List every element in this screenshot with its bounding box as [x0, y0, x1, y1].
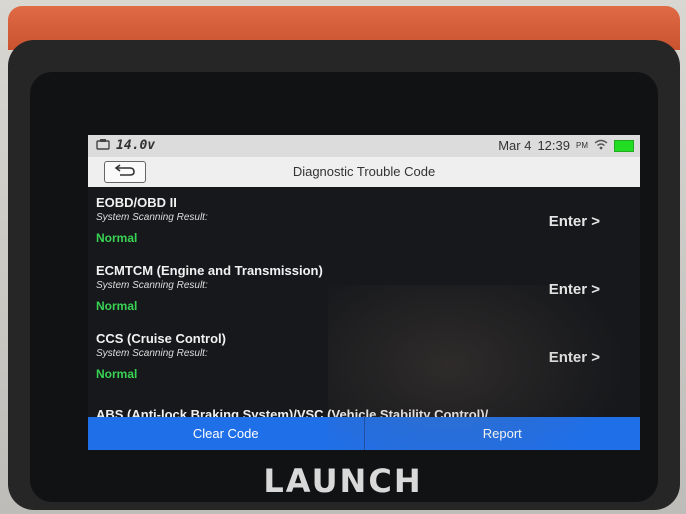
system-item-eobd[interactable]: EOBD/OBD II System Scanning Result: Norm…: [88, 187, 640, 255]
system-name: CCS (Cruise Control): [96, 331, 226, 346]
system-status: Normal: [96, 231, 138, 245]
system-name: EOBD/OBD II: [96, 195, 177, 210]
enter-button[interactable]: Enter >: [549, 213, 600, 230]
time-text: 12:39: [537, 138, 570, 153]
enter-button[interactable]: Enter >: [549, 281, 600, 298]
system-item-ecmtcm[interactable]: ECMTCM (Engine and Transmission) System …: [88, 255, 640, 323]
wifi-icon: [594, 138, 608, 153]
enter-button[interactable]: Enter >: [549, 349, 600, 366]
system-scan-label: System Scanning Result:: [96, 212, 208, 223]
status-bar: 14.0v Mar 4 12:39 PM: [88, 135, 640, 157]
system-name: ECMTCM (Engine and Transmission): [96, 263, 323, 278]
page-title: Diagnostic Trouble Code: [292, 164, 436, 179]
brand-logo: LAUNCH: [263, 462, 423, 500]
system-scan-label: System Scanning Result:: [96, 280, 208, 291]
battery-icon: [614, 139, 634, 152]
system-item-ccs[interactable]: CCS (Cruise Control) System Scanning Res…: [88, 323, 640, 391]
device-case: 14.0v Mar 4 12:39 PM Diagnostic Trouble …: [0, 0, 686, 514]
screen: 14.0v Mar 4 12:39 PM Diagnostic Trouble …: [88, 135, 640, 450]
bottom-action-bar: Clear Code Report: [88, 417, 640, 450]
time-period: PM: [576, 141, 588, 150]
title-bar: Diagnostic Trouble Code: [88, 157, 640, 187]
system-scan-label: System Scanning Result:: [96, 348, 208, 359]
battery-voltage: 14.0v: [116, 138, 156, 153]
clear-code-button[interactable]: Clear Code: [88, 417, 364, 450]
system-status: Normal: [96, 367, 138, 381]
date-text: Mar 4: [498, 138, 532, 153]
report-button[interactable]: Report: [363, 417, 641, 450]
system-status: Normal: [96, 299, 138, 313]
vci-icon: [96, 138, 110, 153]
system-list: EOBD/OBD II System Scanning Result: Norm…: [88, 187, 640, 417]
